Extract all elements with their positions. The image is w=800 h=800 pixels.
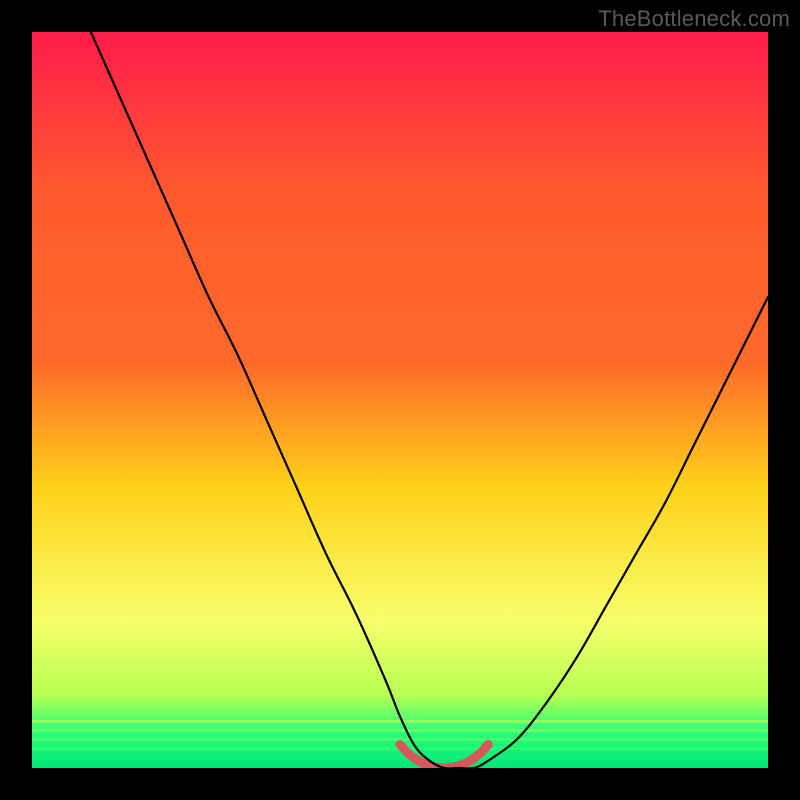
green-band <box>32 756 768 759</box>
chart-frame: TheBottleneck.com <box>0 0 800 800</box>
green-band <box>32 729 768 732</box>
gradient-background <box>32 32 768 768</box>
green-band <box>32 720 768 723</box>
plot-area <box>32 32 768 768</box>
watermark-text: TheBottleneck.com <box>598 6 790 32</box>
bottleneck-chart <box>32 32 768 768</box>
